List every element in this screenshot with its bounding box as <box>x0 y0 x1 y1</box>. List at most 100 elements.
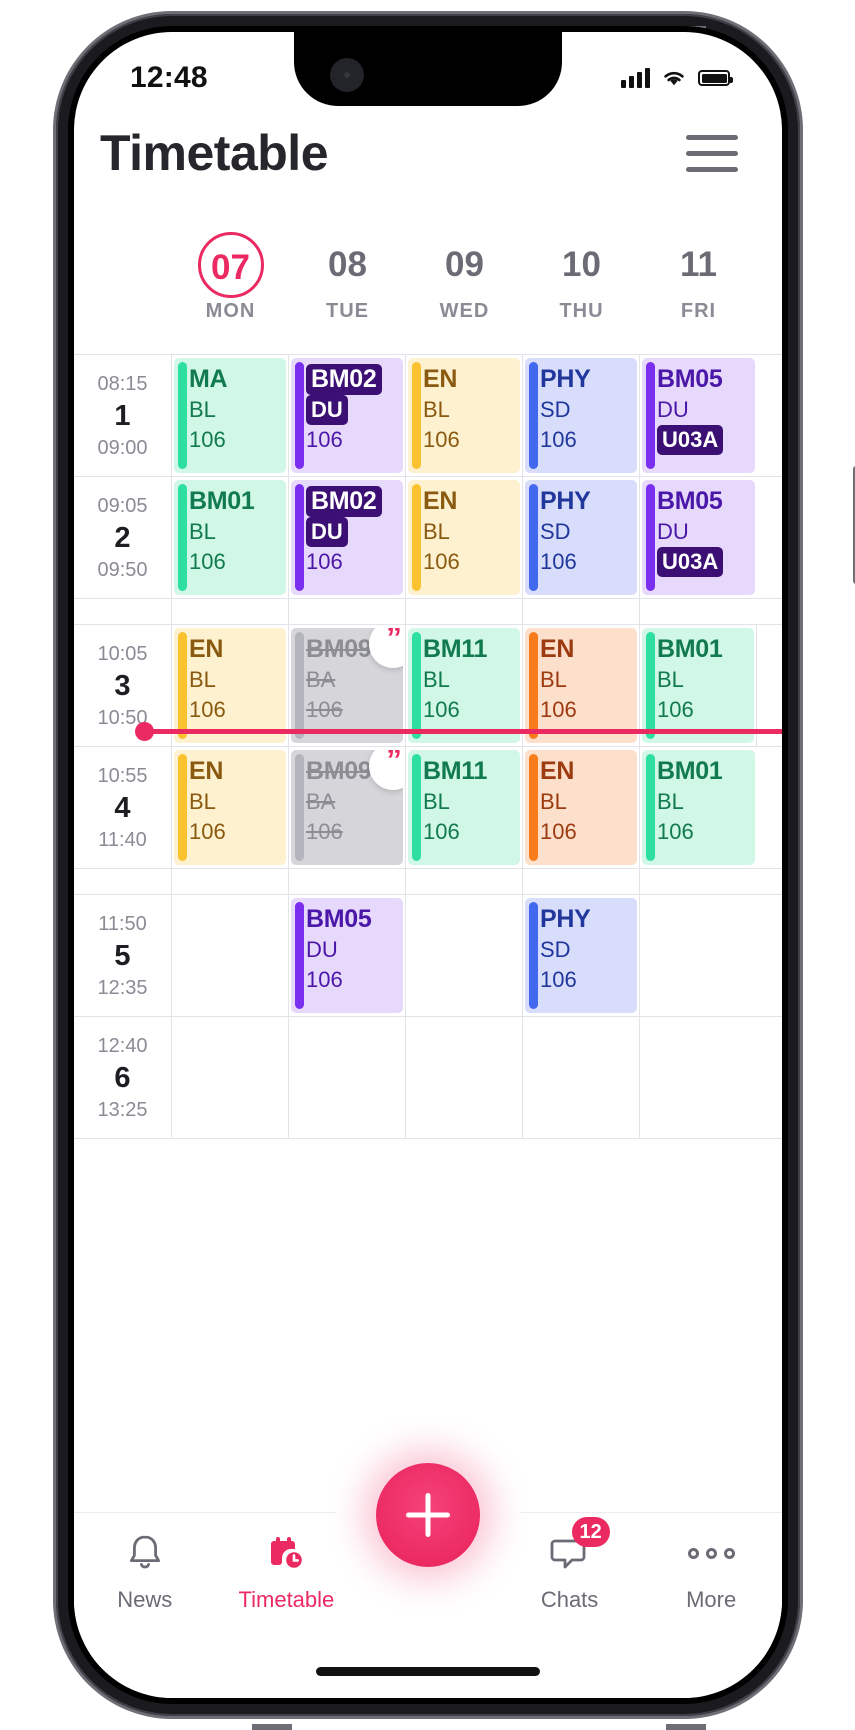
lesson-room: 106 <box>189 427 226 452</box>
battery-icon <box>698 70 733 86</box>
add-button[interactable] <box>376 1463 480 1567</box>
tab-news[interactable]: News <box>74 1527 216 1613</box>
lesson-card[interactable]: BM02 DU 106 <box>291 358 403 473</box>
day-tab-tue[interactable]: 08 TUE <box>289 232 406 323</box>
lesson-card[interactable]: EN BL 106 <box>525 628 637 743</box>
period-time-cell: 08:15 1 09:00 <box>74 355 172 476</box>
hamburger-menu-icon[interactable] <box>686 134 738 172</box>
wifi-icon <box>664 71 684 86</box>
day-weekday: TUE <box>326 300 369 322</box>
timetable-cell[interactable]: BM02 DU 106 <box>289 477 406 598</box>
break-row <box>74 869 782 895</box>
timetable-cell[interactable]: BM09 BA 106” <box>289 625 406 746</box>
tab-timetable[interactable]: Timetable <box>216 1527 358 1613</box>
timetable-cell[interactable]: MA BL 106 <box>172 355 289 476</box>
day-tab-thu[interactable]: 10 THU <box>523 232 640 323</box>
timetable-cell-empty <box>640 895 757 1016</box>
period-start-time: 09:05 <box>97 494 148 517</box>
lesson-card[interactable]: BM11 BL 106 <box>408 628 520 743</box>
lesson-card[interactable]: BM05 DU U03A <box>642 480 755 595</box>
day-weekday: MON <box>205 300 256 322</box>
break-row <box>74 599 782 625</box>
lesson-color-bar <box>178 632 187 739</box>
lesson-card[interactable]: BM01 BL 106 <box>642 750 755 865</box>
lesson-subject: BM05 <box>657 487 723 515</box>
day-number: 11 <box>680 245 717 284</box>
lesson-card[interactable]: PHY SD 106 <box>525 898 637 1013</box>
day-tab-wed[interactable]: 09 WED <box>406 232 523 323</box>
lesson-card[interactable]: BM09 BA 106” <box>291 750 403 865</box>
lesson-room: 106 <box>306 819 343 844</box>
period-time-cell: 09:05 2 09:50 <box>74 477 172 598</box>
lesson-card[interactable]: PHY SD 106 <box>525 480 637 595</box>
period-time-cell: 11:50 5 12:35 <box>74 895 172 1016</box>
status-bar-clock: 12:48 <box>130 61 208 94</box>
lesson-color-bar <box>178 484 187 591</box>
tab-more[interactable]: More <box>640 1527 782 1613</box>
timetable-cell[interactable]: BM01 BL 106 <box>640 747 757 868</box>
lesson-card[interactable]: EN BL 106 <box>525 750 637 865</box>
lesson-card[interactable]: BM11 BL 106 <box>408 750 520 865</box>
lesson-color-bar <box>529 754 538 861</box>
day-number: 07 <box>197 232 264 298</box>
lesson-card[interactable]: BM01 BL 106 <box>642 628 754 743</box>
timetable-cell[interactable]: EN BL 106 <box>172 747 289 868</box>
timetable-cell[interactable]: BM05 DU U03A <box>640 477 757 598</box>
timetable-cell[interactable]: BM05 DU U03A <box>640 355 757 476</box>
lesson-card[interactable]: EN BL 106 <box>174 628 286 743</box>
lesson-teacher: BA <box>306 667 336 692</box>
lesson-color-bar <box>646 484 655 591</box>
timetable-cell[interactable]: EN BL 106 <box>523 747 640 868</box>
timetable-cell[interactable]: BM11 BL 106 <box>406 625 523 746</box>
break-cell <box>640 869 757 894</box>
timetable-cell[interactable]: BM02 DU 106 <box>289 355 406 476</box>
timetable-cell[interactable]: BM05 DU 106 <box>289 895 406 1016</box>
lesson-card[interactable]: EN BL 106 <box>408 358 520 473</box>
lesson-card[interactable]: BM02 DU 106 <box>291 480 403 595</box>
lesson-card[interactable]: BM05 DU 106 <box>291 898 403 1013</box>
period-start-time: 08:15 <box>97 372 148 395</box>
timetable-cell[interactable]: BM01 BL 106 <box>172 477 289 598</box>
lesson-card[interactable]: EN BL 106 <box>408 480 520 595</box>
timetable-cell-empty <box>523 1017 640 1138</box>
timetable-cell[interactable]: BM09 BA 106” <box>289 747 406 868</box>
home-indicator[interactable] <box>316 1667 540 1676</box>
timetable-cell[interactable]: BM11 BL 106 <box>406 747 523 868</box>
timetable-cell[interactable]: BM01 BL 106 <box>640 625 757 746</box>
timetable-cell[interactable]: EN BL 106 <box>523 625 640 746</box>
day-tab-mon[interactable]: 07 MON <box>172 232 289 323</box>
lesson-subject: BM02 <box>306 486 397 517</box>
timetable-cell[interactable]: PHY SD 106 <box>523 895 640 1016</box>
day-tab-fri[interactable]: 11 FRI <box>640 232 757 323</box>
lesson-teacher: BL <box>423 397 450 422</box>
cellular-signal-icon <box>621 68 650 88</box>
period-time-cell: 12:40 6 13:25 <box>74 1017 172 1138</box>
period-number: 1 <box>114 399 131 432</box>
timetable-cell[interactable]: EN BL 106 <box>406 355 523 476</box>
lesson-card[interactable]: MA BL 106 <box>174 358 286 473</box>
lesson-teacher: DU <box>657 519 689 544</box>
timetable-cell-empty <box>289 1017 406 1138</box>
lesson-card[interactable]: BM09 BA 106” <box>291 628 403 743</box>
timetable-cell[interactable]: PHY SD 106 <box>523 477 640 598</box>
lesson-teacher: BL <box>189 667 216 692</box>
lesson-teacher: BL <box>189 789 216 814</box>
lesson-color-bar <box>412 484 421 591</box>
lesson-subject: EN <box>423 487 458 515</box>
lesson-color-bar <box>412 632 421 739</box>
bell-icon <box>119 1527 171 1579</box>
timetable-cell[interactable]: EN BL 106 <box>172 625 289 746</box>
timetable-cell[interactable]: PHY SD 106 <box>523 355 640 476</box>
lesson-card[interactable]: EN BL 106 <box>174 750 286 865</box>
timetable-cell[interactable]: EN BL 106 <box>406 477 523 598</box>
lesson-teacher: BA <box>306 789 336 814</box>
lesson-card[interactable]: BM05 DU U03A <box>642 358 755 473</box>
period-end-time: 10:50 <box>97 706 148 729</box>
tab-label: News <box>117 1587 173 1612</box>
tab-chats[interactable]: 12 Chats <box>499 1517 641 1613</box>
phone-screen: 12:48 Timetable 07 MON 08 TUE 09 WED 10 … <box>74 32 782 1698</box>
lesson-card[interactable]: BM01 BL 106 <box>174 480 286 595</box>
break-cell <box>640 599 757 624</box>
lesson-card[interactable]: PHY SD 106 <box>525 358 637 473</box>
day-weekday: THU <box>559 300 604 322</box>
